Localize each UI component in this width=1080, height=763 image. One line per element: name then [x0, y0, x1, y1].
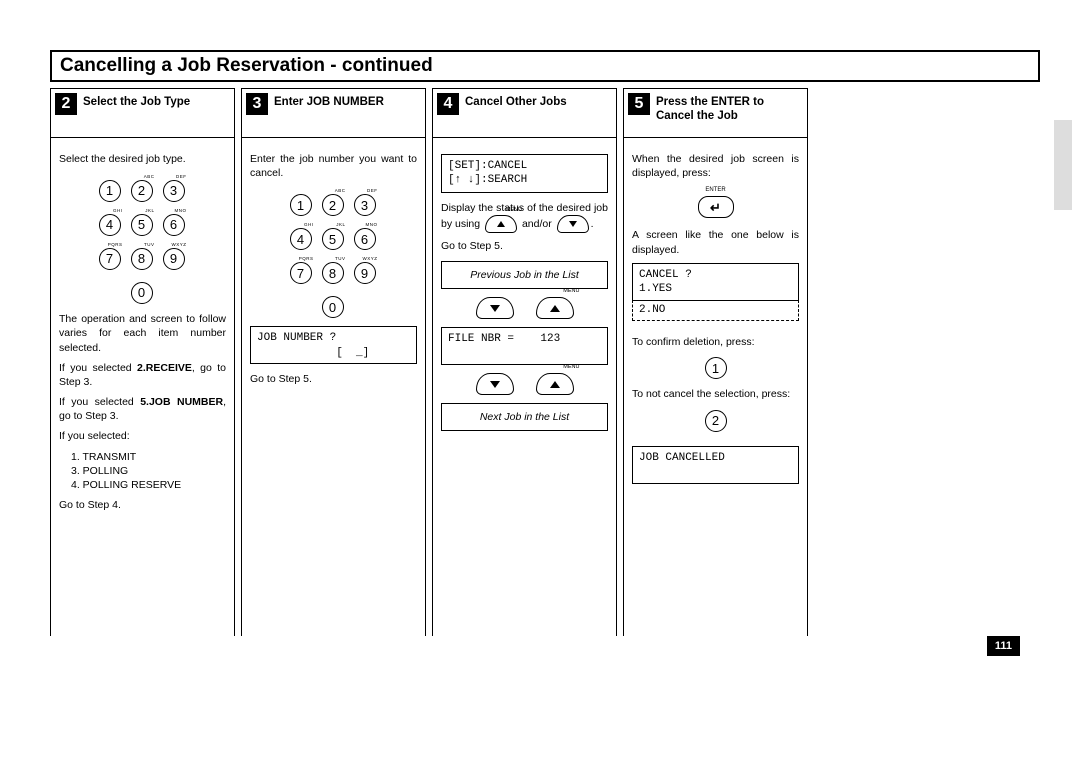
- keypad-key-8[interactable]: 8: [322, 262, 344, 284]
- menu-label: MENU: [563, 364, 579, 371]
- key-letters: MNO: [163, 208, 187, 214]
- keypad-key-8[interactable]: 8: [131, 248, 153, 270]
- instruction-text: Select the desired job type.: [59, 152, 226, 166]
- keypad-key-6[interactable]: 6: [163, 214, 185, 236]
- keypad-key-5[interactable]: 5: [131, 214, 153, 236]
- step-title: Select the Job Type: [83, 93, 190, 109]
- enter-button[interactable]: ↵: [698, 196, 734, 218]
- step-4-column: 4 Cancel Other Jobs [SET]:CANCEL [↑ ↓]:S…: [432, 88, 617, 636]
- triangle-down-icon: [569, 221, 577, 227]
- keypad-key-5[interactable]: 5: [322, 228, 344, 250]
- instruction-text: When the desired job screen is displayed…: [632, 152, 799, 180]
- numeric-keypad: 1ABC2DEF3GHI4JKL5MNO6PQRS7TUV8WXYZ90: [93, 174, 193, 304]
- lcd-display: [SET]:CANCEL [↑ ↓]:SEARCH: [441, 154, 608, 193]
- instruction-text: To confirm deletion, press:: [632, 335, 799, 349]
- enter-button-diagram: ENTER ↵: [632, 186, 799, 218]
- step-number: 4: [437, 93, 459, 115]
- keypad-key-1[interactable]: 1: [99, 180, 121, 202]
- up-arrow-button[interactable]: MENU: [536, 297, 574, 319]
- instruction-text: If you selected:: [59, 429, 226, 443]
- manual-page: Cancelling a Job Reservation - continued…: [0, 0, 1080, 636]
- step-header: 4 Cancel Other Jobs: [432, 88, 617, 138]
- keypad-key-0[interactable]: 0: [131, 282, 153, 304]
- button-row: MENU: [441, 297, 608, 319]
- keypad-key-4[interactable]: 4: [99, 214, 121, 236]
- up-arrow-button[interactable]: MENU: [536, 373, 574, 395]
- lcd-display: FILE NBR = 123: [441, 327, 608, 365]
- up-arrow-button[interactable]: MENU: [485, 215, 517, 233]
- instruction-text: Display the status of the desired job by…: [441, 201, 608, 233]
- menu-label: MENU: [563, 288, 579, 295]
- page-number: 111: [987, 636, 1020, 656]
- numeric-keypad: 1ABC2DEF3GHI4JKL5MNO6PQRS7TUV8WXYZ90: [284, 188, 384, 318]
- side-tab: [1054, 120, 1072, 210]
- instruction-text: If you selected 2.RECEIVE, go to Step 3.: [59, 361, 226, 389]
- key-letters: PQRS: [290, 256, 314, 262]
- keypad-key-4[interactable]: 4: [290, 228, 312, 250]
- lcd-display: CANCEL ? 1.YES: [632, 263, 799, 302]
- instruction-text: To not cancel the selection, press:: [632, 387, 799, 401]
- keypad-key-0[interactable]: 0: [322, 296, 344, 318]
- keypad-key-7[interactable]: 7: [99, 248, 121, 270]
- keypad-key-7[interactable]: 7: [290, 262, 312, 284]
- step-2-column: 2 Select the Job Type Select the desired…: [50, 88, 235, 636]
- down-arrow-button[interactable]: [557, 215, 589, 233]
- step-number: 3: [246, 93, 268, 115]
- list-item: 1. TRANSMIT: [71, 450, 226, 464]
- keypad-key-3[interactable]: 3: [163, 180, 185, 202]
- key-letters: WXYZ: [163, 242, 187, 248]
- keypad-key-3[interactable]: 3: [354, 194, 376, 216]
- keypad-key-6[interactable]: 6: [354, 228, 376, 250]
- caption-box: Previous Job in the List: [441, 261, 608, 289]
- key-letters: WXYZ: [354, 256, 378, 262]
- key-letters: MNO: [354, 222, 378, 228]
- triangle-down-icon: [490, 305, 500, 312]
- instruction-text: Go to Step 4.: [59, 498, 226, 512]
- instruction-text: The operation and screen to follow varie…: [59, 312, 226, 355]
- button-row: MENU: [441, 373, 608, 395]
- menu-label: MENU: [506, 207, 522, 214]
- step-number: 5: [628, 93, 650, 115]
- instruction-text: Go to Step 5.: [250, 372, 417, 386]
- step-title: Press the ENTER to Cancel the Job: [656, 93, 801, 124]
- option-list: 1. TRANSMIT 3. POLLING 4. POLLING RESERV…: [59, 450, 226, 493]
- keypad-key-2[interactable]: 2: [131, 180, 153, 202]
- down-arrow-button[interactable]: [476, 297, 514, 319]
- keypad-key-2[interactable]: 2: [705, 410, 727, 432]
- page-title: Cancelling a Job Reservation - continued: [50, 50, 1040, 82]
- triangle-up-icon: [497, 221, 505, 227]
- step-5-column: 5 Press the ENTER to Cancel the Job When…: [623, 88, 808, 636]
- triangle-up-icon: [550, 381, 560, 388]
- lcd-display: JOB NUMBER ? [ _]: [250, 326, 417, 364]
- step-title: Cancel Other Jobs: [465, 93, 567, 109]
- lcd-display: JOB CANCELLED: [632, 446, 799, 485]
- list-item: 3. POLLING: [71, 464, 226, 478]
- step-header: 2 Select the Job Type: [50, 88, 235, 138]
- triangle-down-icon: [490, 381, 500, 388]
- list-item: 4. POLLING RESERVE: [71, 478, 226, 492]
- instruction-text: A screen like the one below is displayed…: [632, 228, 799, 256]
- keypad-key-9[interactable]: 9: [163, 248, 185, 270]
- instruction-text: Enter the job number you want to cancel.: [250, 152, 417, 180]
- enter-label: ENTER: [632, 186, 799, 194]
- down-arrow-button[interactable]: [476, 373, 514, 395]
- step-header: 3 Enter JOB NUMBER: [241, 88, 426, 138]
- step-title: Enter JOB NUMBER: [274, 93, 384, 109]
- step-number: 2: [55, 93, 77, 115]
- instruction-text: If you selected 5.JOB NUMBER, go to Step…: [59, 395, 226, 423]
- steps-columns: 2 Select the Job Type Select the desired…: [50, 88, 1040, 636]
- keypad-key-9[interactable]: 9: [354, 262, 376, 284]
- key-letters: PQRS: [99, 242, 123, 248]
- caption-box: Next Job in the List: [441, 403, 608, 431]
- keypad-key-2[interactable]: 2: [322, 194, 344, 216]
- keypad-key-1[interactable]: 1: [705, 357, 727, 379]
- step-header: 5 Press the ENTER to Cancel the Job: [623, 88, 808, 138]
- keypad-key-1[interactable]: 1: [290, 194, 312, 216]
- step-3-column: 3 Enter JOB NUMBER Enter the job number …: [241, 88, 426, 636]
- instruction-text: Go to Step 5.: [441, 239, 608, 253]
- lcd-display-hidden: 2.NO: [632, 300, 799, 321]
- triangle-up-icon: [550, 305, 560, 312]
